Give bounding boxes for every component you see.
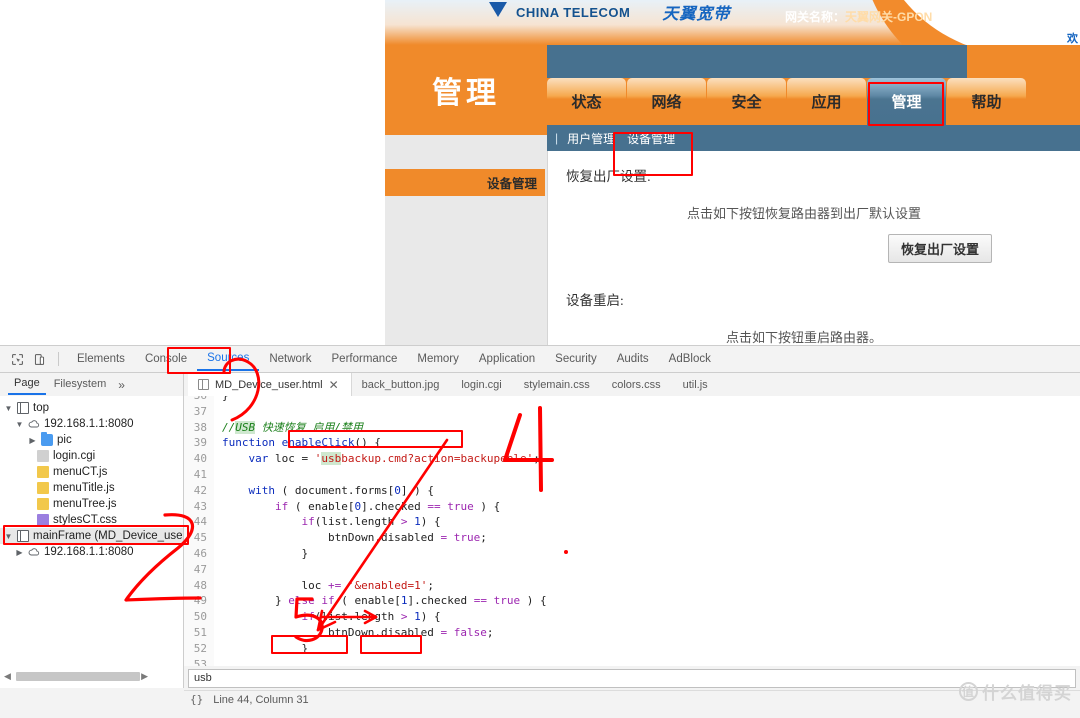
watermark: 值 什么值得买 <box>959 679 1072 704</box>
watermark-mark: 值 <box>959 682 978 701</box>
watermark-text: 什么值得买 <box>982 684 1072 704</box>
annotation-drawings <box>124 357 568 643</box>
screenshot-root: CHINA TELECOM 天翼宽带 欢 网关名称：天翼网关-GPON 网关型号… <box>0 0 1080 718</box>
